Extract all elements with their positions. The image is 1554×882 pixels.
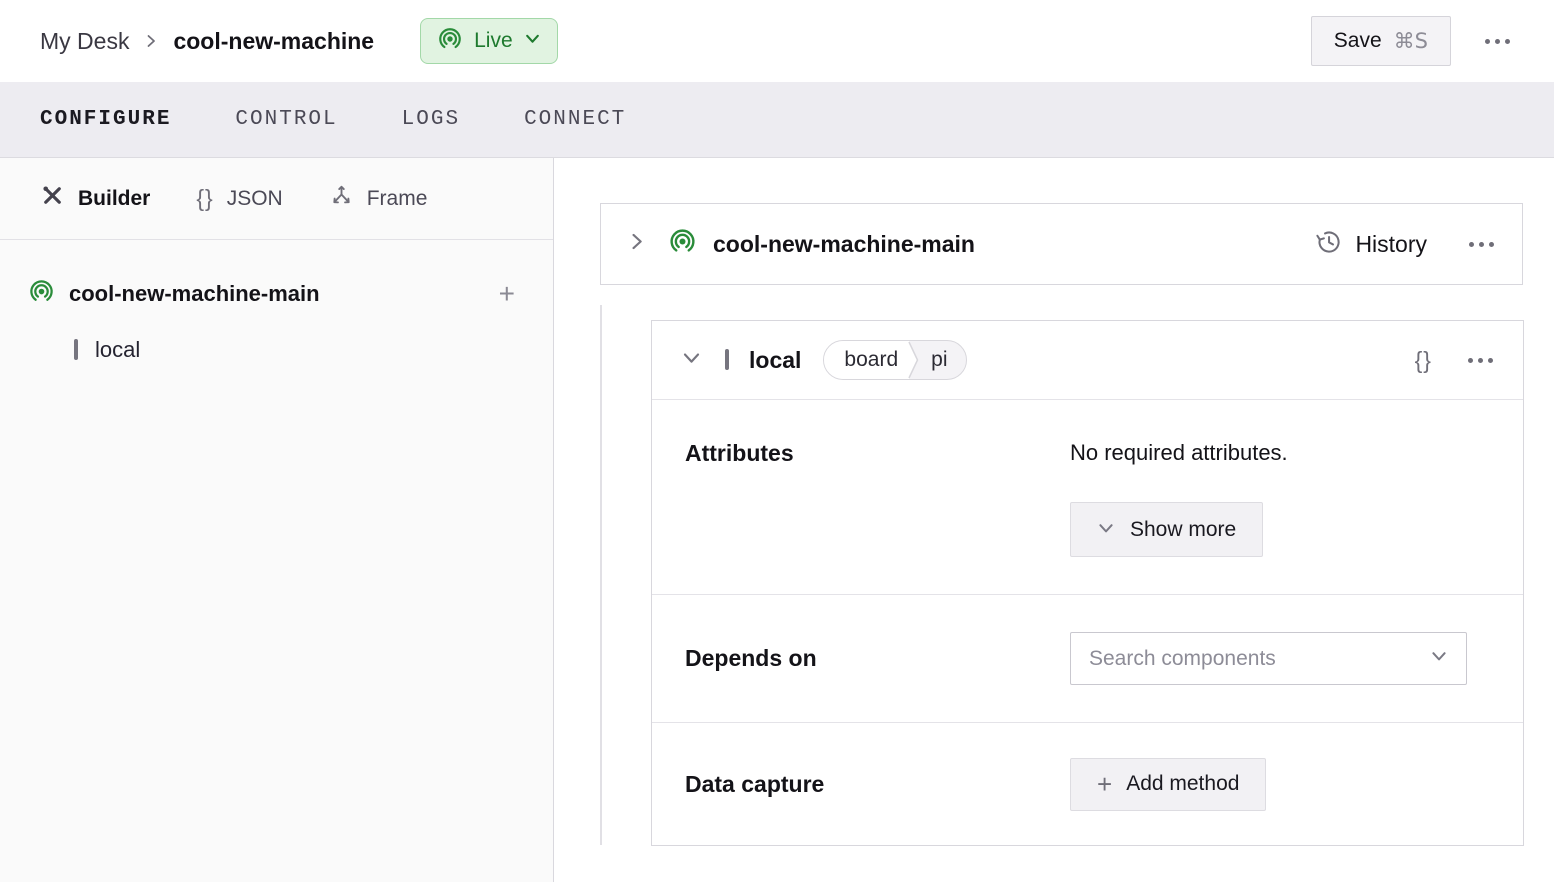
top-bar: My Desk cool-new-machine Live Save ⌘S [0, 0, 1554, 82]
config-view-tabs: Builder {} JSON Frame [0, 158, 553, 240]
add-method-label: Add method [1126, 772, 1239, 796]
breadcrumb: My Desk cool-new-machine [40, 28, 374, 55]
braces-icon: {} [196, 185, 213, 212]
machine-part-card: cool-new-machine-main History [600, 203, 1523, 285]
collapse-chevron-down-icon[interactable] [682, 348, 701, 372]
online-broadcast-icon [437, 26, 463, 57]
depends-on-placeholder: Search components [1089, 647, 1276, 671]
tree-item-machine-part[interactable]: cool-new-machine-main + [0, 270, 553, 318]
history-clock-icon [1315, 228, 1342, 260]
component-card-header: local board pi {} [652, 321, 1523, 400]
component-type: board [824, 341, 906, 379]
add-component-button[interactable]: + [499, 280, 515, 308]
component-card-menu-icon[interactable] [1468, 358, 1493, 363]
config-sidebar: Builder {} JSON Frame [0, 158, 554, 882]
main-nav-tabs: CONFIGURE CONTROL LOGS CONNECT [0, 82, 1554, 158]
tree-item-component-local[interactable]: local [0, 326, 553, 374]
overflow-menu-icon[interactable] [1485, 39, 1510, 44]
part-card-menu-icon[interactable] [1469, 242, 1494, 247]
tree-item-part-label: cool-new-machine-main [69, 281, 320, 307]
chevron-down-icon [1430, 647, 1448, 670]
component-model: pi [921, 341, 965, 379]
part-card-title: cool-new-machine-main [713, 231, 975, 258]
content-area: Builder {} JSON Frame [0, 158, 1554, 882]
tab-control[interactable]: CONTROL [235, 108, 337, 131]
history-button-label: History [1355, 231, 1427, 258]
component-card-local: local board pi {} Attributes [651, 320, 1524, 846]
show-more-label: Show more [1130, 518, 1236, 542]
breadcrumb-my-desk[interactable]: My Desk [40, 28, 129, 55]
component-card-title: local [749, 347, 801, 374]
tab-logs[interactable]: LOGS [402, 108, 460, 131]
show-more-button[interactable]: Show more [1070, 502, 1263, 557]
machine-status-dropdown[interactable]: Live [420, 18, 558, 64]
data-capture-label: Data capture [685, 771, 824, 797]
tab-connect[interactable]: CONNECT [524, 108, 626, 131]
save-button[interactable]: Save ⌘S [1311, 16, 1451, 66]
chevron-right-icon [143, 33, 159, 49]
chevron-down-icon [524, 30, 541, 52]
machine-part-tree: cool-new-machine-main + local [0, 240, 553, 374]
attributes-section: Attributes No required attributes. Show … [652, 400, 1523, 594]
depends-on-select[interactable]: Search components [1070, 632, 1467, 685]
view-tab-frame[interactable]: Frame [329, 183, 428, 214]
component-diamond-icon [725, 351, 729, 369]
machine-status-label: Live [474, 29, 513, 53]
history-button[interactable]: History [1315, 228, 1427, 260]
attributes-label: Attributes [685, 440, 794, 466]
app-window: My Desk cool-new-machine Live Save ⌘S [0, 0, 1554, 882]
plus-icon: + [1097, 771, 1112, 797]
expand-chevron-right-icon[interactable] [627, 232, 646, 256]
config-main-panel: cool-new-machine-main History [554, 158, 1554, 882]
component-type-tag: board pi [823, 340, 966, 380]
attributes-empty-text: No required attributes. [1070, 440, 1288, 466]
depends-on-label: Depends on [685, 645, 817, 671]
component-diamond-icon [74, 341, 78, 359]
tag-divider-chevron-icon [906, 341, 921, 379]
online-broadcast-icon [668, 227, 697, 261]
view-tab-builder-label: Builder [78, 187, 150, 211]
chevron-down-icon [1097, 519, 1115, 540]
view-tab-json-label: JSON [227, 187, 283, 211]
save-button-label: Save [1334, 29, 1382, 53]
tab-configure[interactable]: CONFIGURE [40, 108, 171, 131]
depends-on-section: Depends on Search components [652, 594, 1523, 722]
frame-axes-icon [329, 183, 354, 214]
add-method-button[interactable]: + Add method [1070, 758, 1266, 811]
edit-json-braces-icon[interactable]: {} [1415, 347, 1432, 374]
tools-icon [40, 183, 65, 214]
breadcrumb-machine-name: cool-new-machine [173, 28, 374, 55]
indent-guideline [600, 305, 602, 845]
data-capture-section: Data capture + Add method [652, 722, 1523, 845]
view-tab-frame-label: Frame [367, 187, 428, 211]
tree-item-local-label: local [95, 337, 140, 363]
view-tab-json[interactable]: {} JSON [196, 185, 282, 212]
save-shortcut-hint: ⌘S [1394, 29, 1428, 53]
view-tab-builder[interactable]: Builder [40, 183, 150, 214]
online-broadcast-icon [28, 278, 55, 310]
